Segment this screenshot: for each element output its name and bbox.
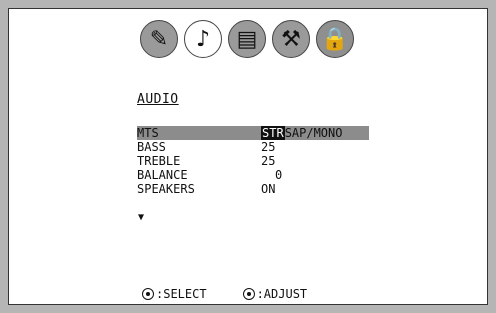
mts-value: STRSAP/MONO	[261, 126, 342, 140]
select-button-icon	[142, 288, 154, 300]
picture-icon-glyph: ✎	[149, 26, 169, 52]
menu-row-treble[interactable]: TREBLE 25	[137, 154, 369, 168]
picture-icon[interactable]: ✎	[140, 20, 178, 58]
speakers-label: SPEAKERS	[137, 182, 195, 196]
menu-icon-bar: ✎ ♪ ▤ ⚒ 🔒	[140, 20, 354, 58]
lock-icon[interactable]: 🔒	[316, 20, 354, 58]
features-icon-glyph: ▤	[236, 26, 258, 52]
adjust-hint: :ADJUST	[242, 287, 308, 301]
select-hint-label: :SELECT	[156, 287, 207, 301]
audio-icon-glyph: ♪	[195, 26, 211, 52]
lock-icon-glyph: 🔒	[321, 26, 349, 52]
tools-icon[interactable]: ⚒	[272, 20, 310, 58]
audio-icon[interactable]: ♪	[184, 20, 222, 58]
select-hint: :SELECT	[142, 287, 207, 301]
mts-label: MTS	[137, 126, 159, 140]
menu-row-balance[interactable]: BALANCE 0	[137, 168, 369, 182]
menu-row-mts[interactable]: MTS STRSAP/MONO	[137, 126, 369, 140]
speakers-value: ON	[261, 182, 276, 196]
menu-row-bass[interactable]: BASS 25	[137, 140, 369, 154]
balance-value: 0	[275, 168, 283, 182]
bass-value: 25	[261, 140, 276, 154]
bass-label: BASS	[137, 140, 166, 154]
mts-selected-option: STR	[261, 126, 285, 140]
more-items-down-arrow-icon: ▼	[138, 212, 145, 223]
page-title: AUDIO	[137, 92, 179, 107]
features-icon[interactable]: ▤	[228, 20, 266, 58]
menu-row-speakers[interactable]: SPEAKERS ON	[137, 182, 369, 196]
tools-icon-glyph: ⚒	[281, 26, 301, 52]
mts-other-options: SAP/MONO	[284, 126, 343, 140]
treble-value: 25	[261, 154, 276, 168]
adjust-hint-label: :ADJUST	[256, 287, 308, 301]
adjust-button-icon	[242, 288, 255, 300]
audio-menu: MTS STRSAP/MONO BASS 25 TREBLE 25 BALANC…	[137, 126, 369, 196]
treble-label: TREBLE	[137, 154, 181, 168]
footer-hints: :SELECT :ADJUST	[142, 287, 307, 301]
balance-label: BALANCE	[137, 168, 188, 182]
